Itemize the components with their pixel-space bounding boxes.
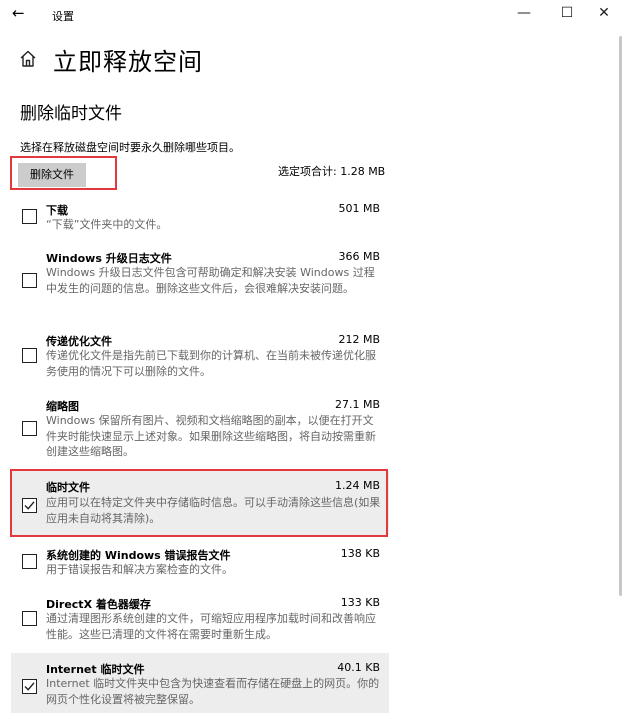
close-icon[interactable]: ✕	[587, 4, 621, 24]
item-name: DirectX 着色器缓存	[46, 598, 151, 611]
scrollbar[interactable]	[619, 36, 622, 596]
list-item-thumbnails[interactable]: 缩略图 27.1 MB Windows 保留所有图片、视频和文档缩略图的副本，以…	[11, 393, 389, 465]
item-size: 501 MB	[338, 202, 380, 215]
item-description: Internet 临时文件夹中包含为快速查看而存储在硬盘上的网页。你的网页个性化…	[46, 677, 380, 706]
item-size: 40.1 KB	[337, 661, 380, 674]
checkbox[interactable]	[22, 273, 37, 288]
item-description: “下载”文件夹中的文件。	[46, 218, 168, 231]
checkbox[interactable]	[22, 421, 37, 436]
list-item-directx-shader-cache[interactable]: DirectX 着色器缓存 133 KB 通过清理图形系统创建的文件，可缩短应用…	[11, 591, 389, 647]
back-arrow-icon[interactable]: ←	[12, 4, 25, 22]
highlight-box-temporary-files	[10, 469, 388, 537]
item-size: 138 KB	[340, 547, 380, 560]
list-item-delivery-optimization[interactable]: 传递优化文件 212 MB 传递优化文件是指先前已下载到你的计算机、在当前未被传…	[11, 328, 389, 388]
item-size: 133 KB	[340, 596, 380, 609]
checkbox[interactable]	[22, 554, 37, 569]
item-description: Windows 升级日志文件包含可帮助确定和解决安装 Windows 过程中发生…	[46, 266, 375, 295]
item-name: 传递优化文件	[46, 335, 112, 348]
section-description: 选择在释放磁盘空间时要永久删除哪些项目。	[20, 141, 240, 154]
item-name: Internet 临时文件	[46, 663, 145, 676]
checkbox[interactable]	[22, 611, 37, 626]
item-description: Windows 保留所有图片、视频和文档缩略图的副本，以便在打开文件夹时能快速显…	[46, 414, 376, 459]
list-item-error-reports[interactable]: 系统创建的 Windows 错误报告文件 138 KB 用于错误报告和解决方案检…	[11, 543, 389, 589]
item-name: 系统创建的 Windows 错误报告文件	[46, 549, 231, 562]
selected-total: 选定项合计: 1.28 MB	[278, 165, 386, 178]
item-name: 下载	[46, 204, 68, 217]
item-name: Windows 升级日志文件	[46, 252, 172, 265]
checkmark-icon	[24, 682, 35, 691]
item-description: 用于错误报告和解决方案检查的文件。	[46, 563, 233, 576]
checkbox-checked[interactable]	[22, 679, 37, 694]
checkbox[interactable]	[22, 209, 37, 224]
section-title: 删除临时文件	[20, 104, 122, 124]
highlight-box-delete-button	[10, 156, 117, 190]
list-item-downloads[interactable]: 下载 501 MB “下载”文件夹中的文件。	[11, 197, 389, 243]
item-size: 212 MB	[338, 333, 380, 346]
list-item-internet-temporary-files[interactable]: Internet 临时文件 40.1 KB Internet 临时文件夹中包含为…	[11, 653, 389, 713]
item-size: 27.1 MB	[334, 398, 380, 411]
title-bar: ← 设置 — ☐ ✕	[0, 0, 624, 28]
app-title: 设置	[52, 10, 74, 23]
maximize-icon[interactable]: ☐	[550, 4, 584, 24]
item-description: 通过清理图形系统创建的文件，可缩短应用程序加载时间和改善响应性能。这些已清理的文…	[46, 612, 376, 641]
page-title: 立即释放空间	[53, 48, 203, 76]
home-icon[interactable]	[18, 49, 38, 69]
item-description: 传递优化文件是指先前已下载到你的计算机、在当前未被传递优化服务使用的情况下可以删…	[46, 349, 376, 378]
item-size: 366 MB	[338, 250, 380, 263]
list-item-windows-upgrade-logs[interactable]: Windows 升级日志文件 366 MB Windows 升级日志文件包含可帮…	[11, 245, 389, 323]
minimize-icon[interactable]: —	[507, 4, 541, 24]
item-name: 缩略图	[46, 400, 79, 413]
checkbox[interactable]	[22, 348, 37, 363]
